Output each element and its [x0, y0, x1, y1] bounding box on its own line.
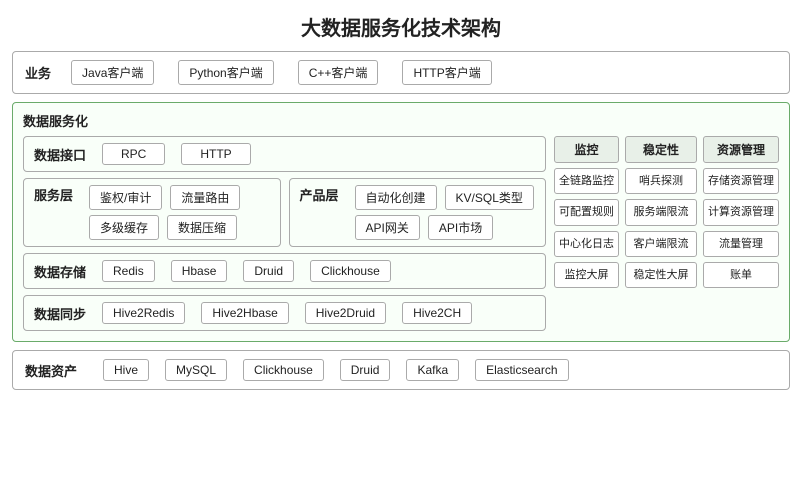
- data-service-left: 数据接口 RPC HTTP 服务层 鉴权/审计 流量路由: [23, 136, 546, 331]
- sync-items: Hive2Redis Hive2Hbase Hive2Druid Hive2CH: [102, 302, 472, 324]
- interface-items: RPC HTTP: [102, 143, 251, 165]
- monitor-header: 监控: [554, 136, 619, 163]
- interface-rpc: RPC: [102, 143, 165, 165]
- client-java: Java客户端: [71, 60, 154, 85]
- storage-items: Redis Hbase Druid Clickhouse: [102, 260, 391, 282]
- interface-label: 数据接口: [34, 145, 86, 164]
- service-layer-section: 服务层 鉴权/审计 流量路由 多级缓存 数据压缩: [23, 178, 281, 247]
- data-service-label: 数据服务化: [23, 111, 779, 130]
- resource-item-2: 流量管理: [703, 231, 779, 257]
- interface-http: HTTP: [181, 143, 250, 165]
- data-service-section: 数据服务化 数据接口 RPC HTTP 服务层: [12, 102, 790, 342]
- stability-header: 稳定性: [625, 136, 697, 163]
- asset-hive: Hive: [103, 359, 149, 381]
- product-row-1: 自动化创建 KV/SQL类型: [355, 185, 534, 210]
- page-title: 大数据服务化技术架构: [0, 0, 802, 51]
- product-kvsql: KV/SQL类型: [445, 185, 534, 210]
- business-section: 业务 Java客户端 Python客户端 C++客户端 HTTP客户端: [12, 51, 790, 94]
- product-layer-section: 产品层 自动化创建 KV/SQL类型 API网关 API市场: [289, 178, 547, 247]
- monitor-item-0: 全链路监控: [554, 168, 619, 194]
- asset-kafka: Kafka: [406, 359, 459, 381]
- stability-item-0: 哨兵探测: [625, 168, 697, 194]
- clients-row: Java客户端 Python客户端 C++客户端 HTTP客户端: [71, 60, 777, 85]
- stability-item-2: 客户端限流: [625, 231, 697, 257]
- sync-hive2redis: Hive2Redis: [102, 302, 185, 324]
- resource-item-3: 账单: [703, 262, 779, 288]
- storage-clickhouse: Clickhouse: [310, 260, 391, 282]
- product-apimarket: API市场: [428, 215, 493, 240]
- service-label: 服务层: [34, 185, 73, 204]
- asset-clickhouse: Clickhouse: [243, 359, 324, 381]
- data-service-inner: 数据接口 RPC HTTP 服务层 鉴权/审计 流量路由: [23, 136, 779, 331]
- assets-label: 数据资产: [25, 361, 77, 380]
- service-row-1: 鉴权/审计 流量路由: [89, 185, 240, 210]
- client-http: HTTP客户端: [402, 60, 491, 85]
- storage-hbase: Hbase: [171, 260, 228, 282]
- sync-label: 数据同步: [34, 304, 86, 323]
- storage-row: 数据存储 Redis Hbase Druid Clickhouse: [23, 253, 546, 289]
- product-group: 自动化创建 KV/SQL类型 API网关 API市场: [355, 185, 534, 240]
- assets-items: Hive MySQL Clickhouse Druid Kafka Elasti…: [103, 359, 568, 381]
- business-label: 业务: [25, 63, 51, 82]
- asset-druid: Druid: [340, 359, 391, 381]
- data-service-right: 监控 全链路监控 可配置规则 中心化日志 监控大屏 稳定性 哨兵探测 服务端限流…: [554, 136, 779, 331]
- data-interface-row: 数据接口 RPC HTTP: [23, 136, 546, 172]
- sync-hive2hbase: Hive2Hbase: [201, 302, 288, 324]
- resource-col: 资源管理 存储资源管理 计算资源管理 流量管理 账单: [703, 136, 779, 331]
- client-cpp: C++客户端: [298, 60, 379, 85]
- product-apigateway: API网关: [355, 215, 420, 240]
- service-product-row: 服务层 鉴权/审计 流量路由 多级缓存 数据压缩: [23, 178, 546, 247]
- data-assets-section: 数据资产 Hive MySQL Clickhouse Druid Kafka E…: [12, 350, 790, 390]
- asset-elasticsearch: Elasticsearch: [475, 359, 568, 381]
- storage-redis: Redis: [102, 260, 155, 282]
- service-row-2: 多级缓存 数据压缩: [89, 215, 240, 240]
- resource-header: 资源管理: [703, 136, 779, 163]
- storage-druid: Druid: [243, 260, 294, 282]
- stability-col: 稳定性 哨兵探测 服务端限流 客户端限流 稳定性大屏: [625, 136, 697, 331]
- stability-item-1: 服务端限流: [625, 199, 697, 225]
- service-group: 鉴权/审计 流量路由 多级缓存 数据压缩: [89, 185, 240, 240]
- service-cache: 多级缓存: [89, 215, 159, 240]
- product-row-2: API网关 API市场: [355, 215, 534, 240]
- asset-mysql: MySQL: [165, 359, 227, 381]
- monitor-col: 监控 全链路监控 可配置规则 中心化日志 监控大屏: [554, 136, 619, 331]
- monitor-item-2: 中心化日志: [554, 231, 619, 257]
- monitor-item-1: 可配置规则: [554, 199, 619, 225]
- storage-label: 数据存储: [34, 262, 86, 281]
- stability-item-3: 稳定性大屏: [625, 262, 697, 288]
- service-audit: 鉴权/审计: [89, 185, 162, 210]
- monitor-item-3: 监控大屏: [554, 262, 619, 288]
- resource-item-1: 计算资源管理: [703, 199, 779, 225]
- sync-hive2druid: Hive2Druid: [305, 302, 386, 324]
- product-label: 产品层: [300, 185, 339, 204]
- sync-row: 数据同步 Hive2Redis Hive2Hbase Hive2Druid Hi…: [23, 295, 546, 331]
- service-routing: 流量路由: [170, 185, 240, 210]
- service-compress: 数据压缩: [167, 215, 237, 240]
- sync-hive2ch: Hive2CH: [402, 302, 472, 324]
- resource-item-0: 存储资源管理: [703, 168, 779, 194]
- product-autocreate: 自动化创建: [355, 185, 437, 210]
- client-python: Python客户端: [178, 60, 273, 85]
